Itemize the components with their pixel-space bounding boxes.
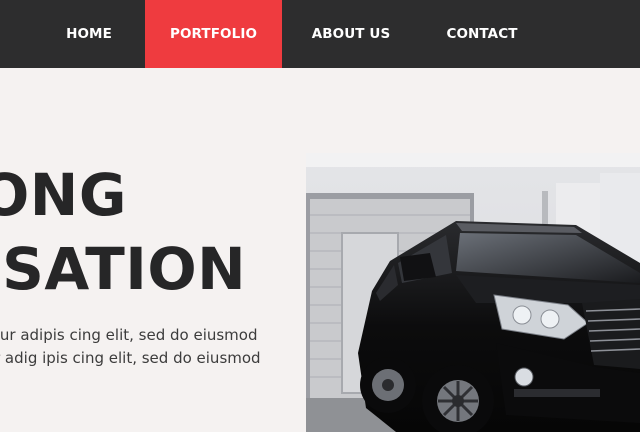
hero-heading: ONG ISATION [0, 158, 246, 306]
nav-item-home[interactable]: HOME [52, 0, 126, 68]
hero-description-line-1: tur adipis cing elit, sed do eiusmod [0, 326, 258, 344]
top-navbar: HOME PORTFOLIO ABOUT US CONTACT [0, 0, 640, 68]
suv-photo-illustration [306, 153, 640, 432]
hero-description-line-2: r adig ipis cing elit, sed do eiusmod [0, 349, 261, 367]
hero-heading-line-1: ONG [0, 161, 127, 229]
hero-description: tur adipis cing elit, sed do eiusmod r a… [0, 324, 261, 370]
nav-item-portfolio[interactable]: PORTFOLIO [145, 0, 282, 68]
nav-item-contact[interactable]: CONTACT [432, 0, 532, 68]
hero-car-image [306, 153, 640, 432]
nav-item-about-us[interactable]: ABOUT US [300, 0, 402, 68]
hero-heading-line-2: ISATION [0, 235, 247, 303]
